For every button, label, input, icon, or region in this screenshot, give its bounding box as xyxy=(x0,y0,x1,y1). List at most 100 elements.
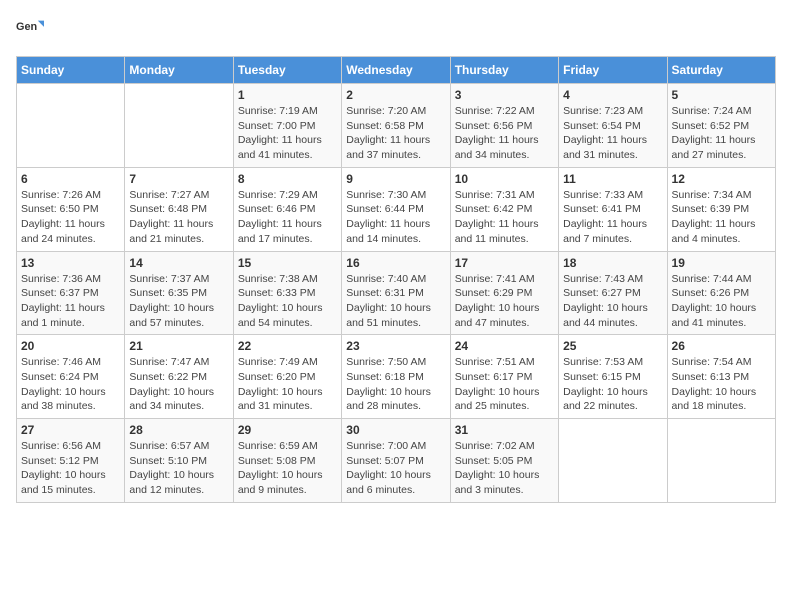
day-number: 25 xyxy=(563,339,662,353)
day-info: Sunrise: 7:54 AM Sunset: 6:13 PM Dayligh… xyxy=(672,355,771,414)
calendar-cell: 2 Sunrise: 7:20 AM Sunset: 6:58 PM Daylig… xyxy=(342,84,450,168)
day-number: 20 xyxy=(21,339,120,353)
day-info: Sunrise: 7:51 AM Sunset: 6:17 PM Dayligh… xyxy=(455,355,554,414)
day-number: 30 xyxy=(346,423,445,437)
calendar-cell: 14 Sunrise: 7:37 AM Sunset: 6:35 PM Dayli… xyxy=(125,251,233,335)
calendar-cell: 3 Sunrise: 7:22 AM Sunset: 6:56 PM Daylig… xyxy=(450,84,558,168)
calendar-cell: 5Sunrise: 7:24 AM Sunset: 6:52 PM Daylig… xyxy=(667,84,775,168)
day-of-week-header: Friday xyxy=(559,57,667,84)
calendar-cell: 25Sunrise: 7:53 AM Sunset: 6:15 PM Dayli… xyxy=(559,335,667,419)
calendar-cell: 22 Sunrise: 7:49 AM Sunset: 6:20 PM Dayli… xyxy=(233,335,341,419)
day-info: Sunrise: 7:40 AM Sunset: 6:31 PM Dayligh… xyxy=(346,272,445,331)
day-number: 8 xyxy=(238,172,337,186)
day-info: Sunrise: 7:20 AM Sunset: 6:58 PM Dayligh… xyxy=(346,104,445,163)
calendar-cell: 18 Sunrise: 7:43 AM Sunset: 6:27 PM Dayli… xyxy=(559,251,667,335)
day-info: Sunrise: 7:23 AM Sunset: 6:54 PM Dayligh… xyxy=(563,104,662,163)
calendar-cell: 20 Sunrise: 7:46 AM Sunset: 6:24 PM Dayli… xyxy=(17,335,125,419)
calendar-week-row: 6 Sunrise: 7:26 AM Sunset: 6:50 PM Daylig… xyxy=(17,167,776,251)
day-info: Sunrise: 7:46 AM Sunset: 6:24 PM Dayligh… xyxy=(21,355,120,414)
calendar-cell xyxy=(559,419,667,503)
day-info: Sunrise: 7:26 AM Sunset: 6:50 PM Dayligh… xyxy=(21,188,120,247)
calendar-cell: 10 Sunrise: 7:31 AM Sunset: 6:42 PM Dayli… xyxy=(450,167,558,251)
svg-text:Gen: Gen xyxy=(16,21,37,33)
day-number: 6 xyxy=(21,172,120,186)
day-number: 9 xyxy=(346,172,445,186)
day-number: 17 xyxy=(455,256,554,270)
day-of-week-header: Thursday xyxy=(450,57,558,84)
day-number: 11 xyxy=(563,172,662,186)
calendar-cell: 17 Sunrise: 7:41 AM Sunset: 6:29 PM Dayli… xyxy=(450,251,558,335)
calendar-cell: 23Sunrise: 7:50 AM Sunset: 6:18 PM Dayli… xyxy=(342,335,450,419)
day-info: Sunrise: 6:56 AM Sunset: 5:12 PM Dayligh… xyxy=(21,439,120,498)
day-info: Sunrise: 7:19 AM Sunset: 7:00 PM Dayligh… xyxy=(238,104,337,163)
day-number: 12 xyxy=(672,172,771,186)
day-number: 28 xyxy=(129,423,228,437)
logo: Gen xyxy=(16,16,48,44)
day-number: 3 xyxy=(455,88,554,102)
day-info: Sunrise: 7:36 AM Sunset: 6:37 PM Dayligh… xyxy=(21,272,120,331)
day-info: Sunrise: 7:24 AM Sunset: 6:52 PM Dayligh… xyxy=(672,104,771,163)
calendar-cell: 30Sunrise: 7:00 AM Sunset: 5:07 PM Dayli… xyxy=(342,419,450,503)
day-info: Sunrise: 7:38 AM Sunset: 6:33 PM Dayligh… xyxy=(238,272,337,331)
calendar-week-row: 13Sunrise: 7:36 AM Sunset: 6:37 PM Dayli… xyxy=(17,251,776,335)
day-number: 21 xyxy=(129,339,228,353)
calendar-cell: 12 Sunrise: 7:34 AM Sunset: 6:39 PM Dayli… xyxy=(667,167,775,251)
day-number: 16 xyxy=(346,256,445,270)
calendar-cell: 21 Sunrise: 7:47 AM Sunset: 6:22 PM Dayli… xyxy=(125,335,233,419)
day-number: 18 xyxy=(563,256,662,270)
day-number: 4 xyxy=(563,88,662,102)
day-info: Sunrise: 6:59 AM Sunset: 5:08 PM Dayligh… xyxy=(238,439,337,498)
day-number: 22 xyxy=(238,339,337,353)
calendar-week-row: 20 Sunrise: 7:46 AM Sunset: 6:24 PM Dayli… xyxy=(17,335,776,419)
calendar-cell: 16 Sunrise: 7:40 AM Sunset: 6:31 PM Dayli… xyxy=(342,251,450,335)
day-number: 10 xyxy=(455,172,554,186)
day-info: Sunrise: 7:30 AM Sunset: 6:44 PM Dayligh… xyxy=(346,188,445,247)
day-info: Sunrise: 7:50 AM Sunset: 6:18 PM Dayligh… xyxy=(346,355,445,414)
calendar-cell xyxy=(667,419,775,503)
day-number: 29 xyxy=(238,423,337,437)
calendar-cell: 6 Sunrise: 7:26 AM Sunset: 6:50 PM Daylig… xyxy=(17,167,125,251)
day-info: Sunrise: 7:41 AM Sunset: 6:29 PM Dayligh… xyxy=(455,272,554,331)
calendar-cell: 26 Sunrise: 7:54 AM Sunset: 6:13 PM Dayli… xyxy=(667,335,775,419)
calendar-cell: 9 Sunrise: 7:30 AM Sunset: 6:44 PM Daylig… xyxy=(342,167,450,251)
day-number: 19 xyxy=(672,256,771,270)
day-info: Sunrise: 7:33 AM Sunset: 6:41 PM Dayligh… xyxy=(563,188,662,247)
calendar-cell: 8 Sunrise: 7:29 AM Sunset: 6:46 PM Daylig… xyxy=(233,167,341,251)
day-number: 14 xyxy=(129,256,228,270)
day-info: Sunrise: 7:49 AM Sunset: 6:20 PM Dayligh… xyxy=(238,355,337,414)
day-info: Sunrise: 7:37 AM Sunset: 6:35 PM Dayligh… xyxy=(129,272,228,331)
day-info: Sunrise: 7:34 AM Sunset: 6:39 PM Dayligh… xyxy=(672,188,771,247)
calendar-cell: 1 Sunrise: 7:19 AM Sunset: 7:00 PM Daylig… xyxy=(233,84,341,168)
day-info: Sunrise: 7:43 AM Sunset: 6:27 PM Dayligh… xyxy=(563,272,662,331)
day-info: Sunrise: 7:22 AM Sunset: 6:56 PM Dayligh… xyxy=(455,104,554,163)
day-info: Sunrise: 7:29 AM Sunset: 6:46 PM Dayligh… xyxy=(238,188,337,247)
calendar-cell: 24 Sunrise: 7:51 AM Sunset: 6:17 PM Dayli… xyxy=(450,335,558,419)
calendar-cell: 31Sunrise: 7:02 AM Sunset: 5:05 PM Dayli… xyxy=(450,419,558,503)
calendar-cell: 27 Sunrise: 6:56 AM Sunset: 5:12 PM Dayli… xyxy=(17,419,125,503)
day-number: 24 xyxy=(455,339,554,353)
day-of-week-header: Saturday xyxy=(667,57,775,84)
calendar-header-row: SundayMondayTuesdayWednesdayThursdayFrid… xyxy=(17,57,776,84)
calendar-cell: 13Sunrise: 7:36 AM Sunset: 6:37 PM Dayli… xyxy=(17,251,125,335)
day-number: 1 xyxy=(238,88,337,102)
day-of-week-header: Tuesday xyxy=(233,57,341,84)
calendar-cell xyxy=(17,84,125,168)
calendar-cell xyxy=(125,84,233,168)
day-number: 31 xyxy=(455,423,554,437)
calendar-table: SundayMondayTuesdayWednesdayThursdayFrid… xyxy=(16,56,776,503)
day-info: Sunrise: 7:27 AM Sunset: 6:48 PM Dayligh… xyxy=(129,188,228,247)
day-info: Sunrise: 6:57 AM Sunset: 5:10 PM Dayligh… xyxy=(129,439,228,498)
page-header: Gen xyxy=(16,16,776,44)
day-number: 26 xyxy=(672,339,771,353)
calendar-week-row: 1 Sunrise: 7:19 AM Sunset: 7:00 PM Daylig… xyxy=(17,84,776,168)
day-number: 27 xyxy=(21,423,120,437)
calendar-cell: 15Sunrise: 7:38 AM Sunset: 6:33 PM Dayli… xyxy=(233,251,341,335)
day-info: Sunrise: 7:47 AM Sunset: 6:22 PM Dayligh… xyxy=(129,355,228,414)
calendar-cell: 28 Sunrise: 6:57 AM Sunset: 5:10 PM Dayli… xyxy=(125,419,233,503)
day-number: 2 xyxy=(346,88,445,102)
day-of-week-header: Monday xyxy=(125,57,233,84)
day-info: Sunrise: 7:31 AM Sunset: 6:42 PM Dayligh… xyxy=(455,188,554,247)
calendar-cell: 11 Sunrise: 7:33 AM Sunset: 6:41 PM Dayli… xyxy=(559,167,667,251)
day-info: Sunrise: 7:44 AM Sunset: 6:26 PM Dayligh… xyxy=(672,272,771,331)
calendar-week-row: 27 Sunrise: 6:56 AM Sunset: 5:12 PM Dayli… xyxy=(17,419,776,503)
